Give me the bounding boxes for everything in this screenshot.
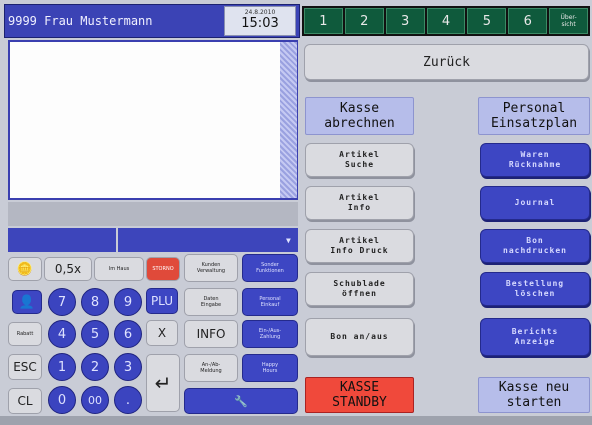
kasse-neu-starten-button[interactable]: Kasse neu starten: [478, 377, 590, 413]
personal-einsatzplan-button[interactable]: Personal Einsatzplan: [478, 97, 590, 135]
digit-2-key[interactable]: 2: [81, 353, 109, 381]
digit-1-key[interactable]: 1: [48, 353, 76, 381]
kasse-abrechnen-button[interactable]: Kasse abrechnen: [305, 97, 414, 135]
digit-8-key[interactable]: 8: [81, 288, 109, 316]
digit-9-key[interactable]: 9: [114, 288, 142, 316]
back-button[interactable]: Zurück: [304, 44, 589, 80]
escape-key[interactable]: ESC: [8, 354, 42, 380]
receipt-panel: [8, 40, 298, 200]
tab-2[interactable]: 2: [344, 8, 384, 34]
bon-an-aus-button[interactable]: Bon an/aus: [305, 318, 414, 356]
wrench-icon: 🔧: [234, 394, 248, 408]
coins-key[interactable]: 🪙: [8, 257, 42, 281]
date-label: 24.8.2010: [244, 9, 276, 16]
digit-5-key[interactable]: 5: [81, 320, 109, 348]
enter-key[interactable]: ↵: [146, 354, 180, 412]
clock-box: 24.8.2010 15:03: [224, 6, 296, 36]
artikel-info-button[interactable]: Artikel Info: [305, 186, 414, 220]
waren-ruecknahme-button[interactable]: Waren Rücknahme: [480, 143, 590, 177]
daten-eingabe-key[interactable]: Daten Eingabe: [184, 288, 238, 316]
rabatt-key[interactable]: Rabatt: [8, 322, 42, 346]
tab-3[interactable]: 3: [385, 8, 425, 34]
person-icon: 👤: [18, 294, 36, 310]
status-bar-left: [8, 228, 116, 252]
digit-3-key[interactable]: 3: [114, 353, 142, 381]
bon-nachdrucken-button[interactable]: Bon nachdrucken: [480, 229, 590, 263]
coins-icon: 🪙: [16, 261, 34, 277]
sonder-funktionen-key[interactable]: Sonder Funktionen: [242, 254, 298, 282]
receipt-scrollbar[interactable]: [280, 42, 297, 198]
happy-hours-key[interactable]: Happy Hours: [242, 354, 298, 382]
multiply-key[interactable]: X: [146, 320, 178, 346]
plu-key[interactable]: PLU: [146, 288, 178, 314]
bottom-strip: [0, 416, 592, 425]
tab-5[interactable]: 5: [467, 8, 507, 34]
chevron-down-icon[interactable]: ▼: [286, 236, 291, 245]
status-bar-right[interactable]: [118, 228, 298, 252]
person-key[interactable]: 👤: [12, 290, 42, 314]
digit-7-key[interactable]: 7: [48, 288, 76, 316]
an-ab-meldung-key[interactable]: An-/Ab- Meldung: [184, 354, 238, 382]
tab-uebersicht[interactable]: Über- sicht: [549, 8, 589, 34]
digit-0-key[interactable]: 0: [48, 386, 76, 414]
artikel-suche-button[interactable]: Artikel Suche: [305, 143, 414, 177]
tab-1[interactable]: 1: [304, 8, 343, 34]
journal-button[interactable]: Journal: [480, 186, 590, 220]
ein-aus-zahlung-key[interactable]: Ein-/Aus- Zahlung: [242, 320, 298, 348]
schublade-oeffnen-button[interactable]: Schublade öffnen: [305, 272, 414, 306]
decimal-key[interactable]: .: [114, 386, 142, 414]
input-display: [8, 202, 298, 226]
tab-strip: 1 2 3 4 5 6 Über- sicht: [302, 6, 590, 36]
half-quantity-key[interactable]: 0,5x: [44, 257, 92, 281]
digit-4-key[interactable]: 4: [48, 320, 76, 348]
berichts-anzeige-button[interactable]: Berichts Anzeige: [480, 318, 590, 356]
double-zero-key[interactable]: 00: [81, 386, 109, 414]
tab-4[interactable]: 4: [426, 8, 466, 34]
kunden-verwaltung-key[interactable]: Kunden Verwaltung: [184, 254, 238, 282]
bestellung-loeschen-button[interactable]: Bestellung löschen: [480, 272, 590, 306]
cashier-name: 9999 Frau Mustermann: [8, 14, 153, 28]
digit-6-key[interactable]: 6: [114, 320, 142, 348]
artikel-info-druck-button[interactable]: Artikel Info Druck: [305, 229, 414, 263]
im-haus-key[interactable]: Im Haus: [94, 257, 144, 281]
info-key[interactable]: INFO: [184, 320, 238, 348]
personal-einkauf-key[interactable]: Personal Einkauf: [242, 288, 298, 316]
time-label: 15:03: [241, 16, 279, 31]
clear-key[interactable]: CL: [8, 388, 42, 414]
storno-key[interactable]: STORNO: [146, 257, 180, 281]
kasse-standby-button[interactable]: KASSE STANDBY: [305, 377, 414, 413]
tools-key[interactable]: 🔧: [184, 388, 298, 414]
tab-6[interactable]: 6: [508, 8, 548, 34]
